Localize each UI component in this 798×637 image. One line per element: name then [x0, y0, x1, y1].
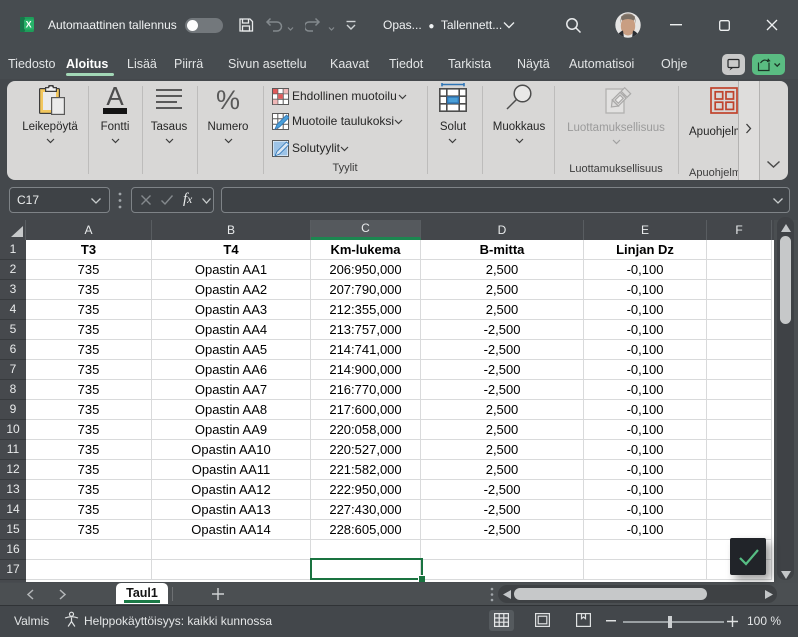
svg-text:A: A: [106, 84, 124, 111]
svg-text:X: X: [26, 20, 32, 30]
svg-text:%: %: [216, 85, 240, 115]
